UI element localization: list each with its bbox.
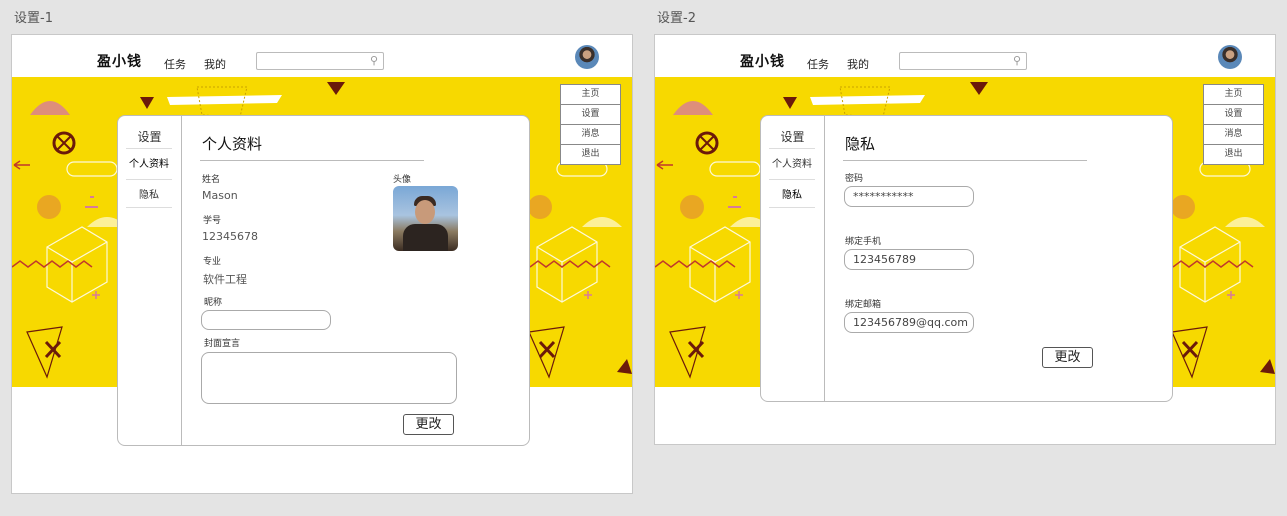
menu-item-logout[interactable]: 退出 <box>561 145 620 164</box>
settings-panel: 设置 个人资料 隐私 个人资料 姓名 Mason 学号 12345678 专业 … <box>117 115 530 446</box>
artboard-settings-2: 盈小钱 任务 我的 ⚲ 主页 设置 消息 退出 设置 个人资料 隐私 隐私 密码… <box>654 34 1276 445</box>
sidebar-item-privacy[interactable]: 隐私 <box>769 179 815 208</box>
search-icon[interactable]: ⚲ <box>1013 54 1021 67</box>
phone-input[interactable]: 123456789 <box>844 249 974 270</box>
student-id-label: 学号 <box>203 216 222 226</box>
motto-textarea[interactable] <box>201 352 457 404</box>
logo: 盈小钱 <box>97 54 142 70</box>
password-input[interactable]: *********** <box>844 186 974 207</box>
nav-mine[interactable]: 我的 <box>204 56 226 72</box>
sidebar-item-profile[interactable]: 个人资料 <box>126 148 172 176</box>
nickname-label: 昵称 <box>204 298 223 308</box>
settings-sidebar: 设置 个人资料 隐私 <box>118 116 182 445</box>
page-title: 个人资料 <box>202 135 263 153</box>
update-button[interactable]: 更改 <box>1042 347 1093 368</box>
dropdown-menu: 主页 设置 消息 退出 <box>560 84 621 165</box>
sidebar-title: 设置 <box>137 130 162 144</box>
sidebar-item-profile[interactable]: 个人资料 <box>769 148 815 176</box>
settings-panel: 设置 个人资料 隐私 隐私 密码 *********** 绑定手机 123456… <box>760 115 1173 402</box>
menu-item-settings[interactable]: 设置 <box>1204 105 1263 125</box>
phone-label: 绑定手机 <box>845 237 882 247</box>
name-value: Mason <box>202 189 238 202</box>
avatar[interactable] <box>1218 45 1242 69</box>
student-id-value: 12345678 <box>202 230 258 243</box>
avatar-image[interactable] <box>393 186 458 251</box>
menu-item-home[interactable]: 主页 <box>1204 85 1263 105</box>
menu-item-logout[interactable]: 退出 <box>1204 145 1263 164</box>
artboard-title: 设置-2 <box>657 11 696 26</box>
motto-label: 封面宣言 <box>204 339 241 349</box>
search-input[interactable]: ⚲ <box>256 52 384 70</box>
avatar-label: 头像 <box>393 175 412 185</box>
dropdown-menu: 主页 设置 消息 退出 <box>1203 84 1264 165</box>
email-label: 绑定邮箱 <box>845 300 882 310</box>
settings-sidebar: 设置 个人资料 隐私 <box>761 116 825 401</box>
artboard-settings-1: 盈小钱 任务 我的 ⚲ 主页 设置 消息 退出 设置 个人资料 隐私 个人资料 … <box>11 34 633 494</box>
search-input[interactable]: ⚲ <box>899 52 1027 70</box>
nav-mine[interactable]: 我的 <box>847 56 869 72</box>
nav-tasks[interactable]: 任务 <box>164 56 186 72</box>
menu-item-messages[interactable]: 消息 <box>1204 125 1263 145</box>
menu-item-home[interactable]: 主页 <box>561 85 620 105</box>
top-navbar: 盈小钱 任务 我的 ⚲ <box>12 35 632 77</box>
page-title: 隐私 <box>845 135 876 153</box>
sidebar-item-privacy[interactable]: 隐私 <box>126 179 172 208</box>
password-label: 密码 <box>845 174 864 184</box>
top-navbar: 盈小钱 任务 我的 ⚲ <box>655 35 1275 77</box>
menu-item-messages[interactable]: 消息 <box>561 125 620 145</box>
nav-tasks[interactable]: 任务 <box>807 56 829 72</box>
update-button[interactable]: 更改 <box>403 414 454 435</box>
sidebar-title: 设置 <box>780 130 805 144</box>
name-label: 姓名 <box>202 175 221 185</box>
major-value: 软件工程 <box>203 273 247 286</box>
artboard-title: 设置-1 <box>14 11 53 26</box>
search-icon[interactable]: ⚲ <box>370 54 378 67</box>
menu-item-settings[interactable]: 设置 <box>561 105 620 125</box>
divider <box>843 160 1087 161</box>
divider <box>200 160 424 161</box>
logo: 盈小钱 <box>740 54 785 70</box>
nickname-input[interactable] <box>201 310 331 330</box>
email-input[interactable]: 123456789@qq.com <box>844 312 974 333</box>
avatar[interactable] <box>575 45 599 69</box>
major-label: 专业 <box>203 257 222 267</box>
